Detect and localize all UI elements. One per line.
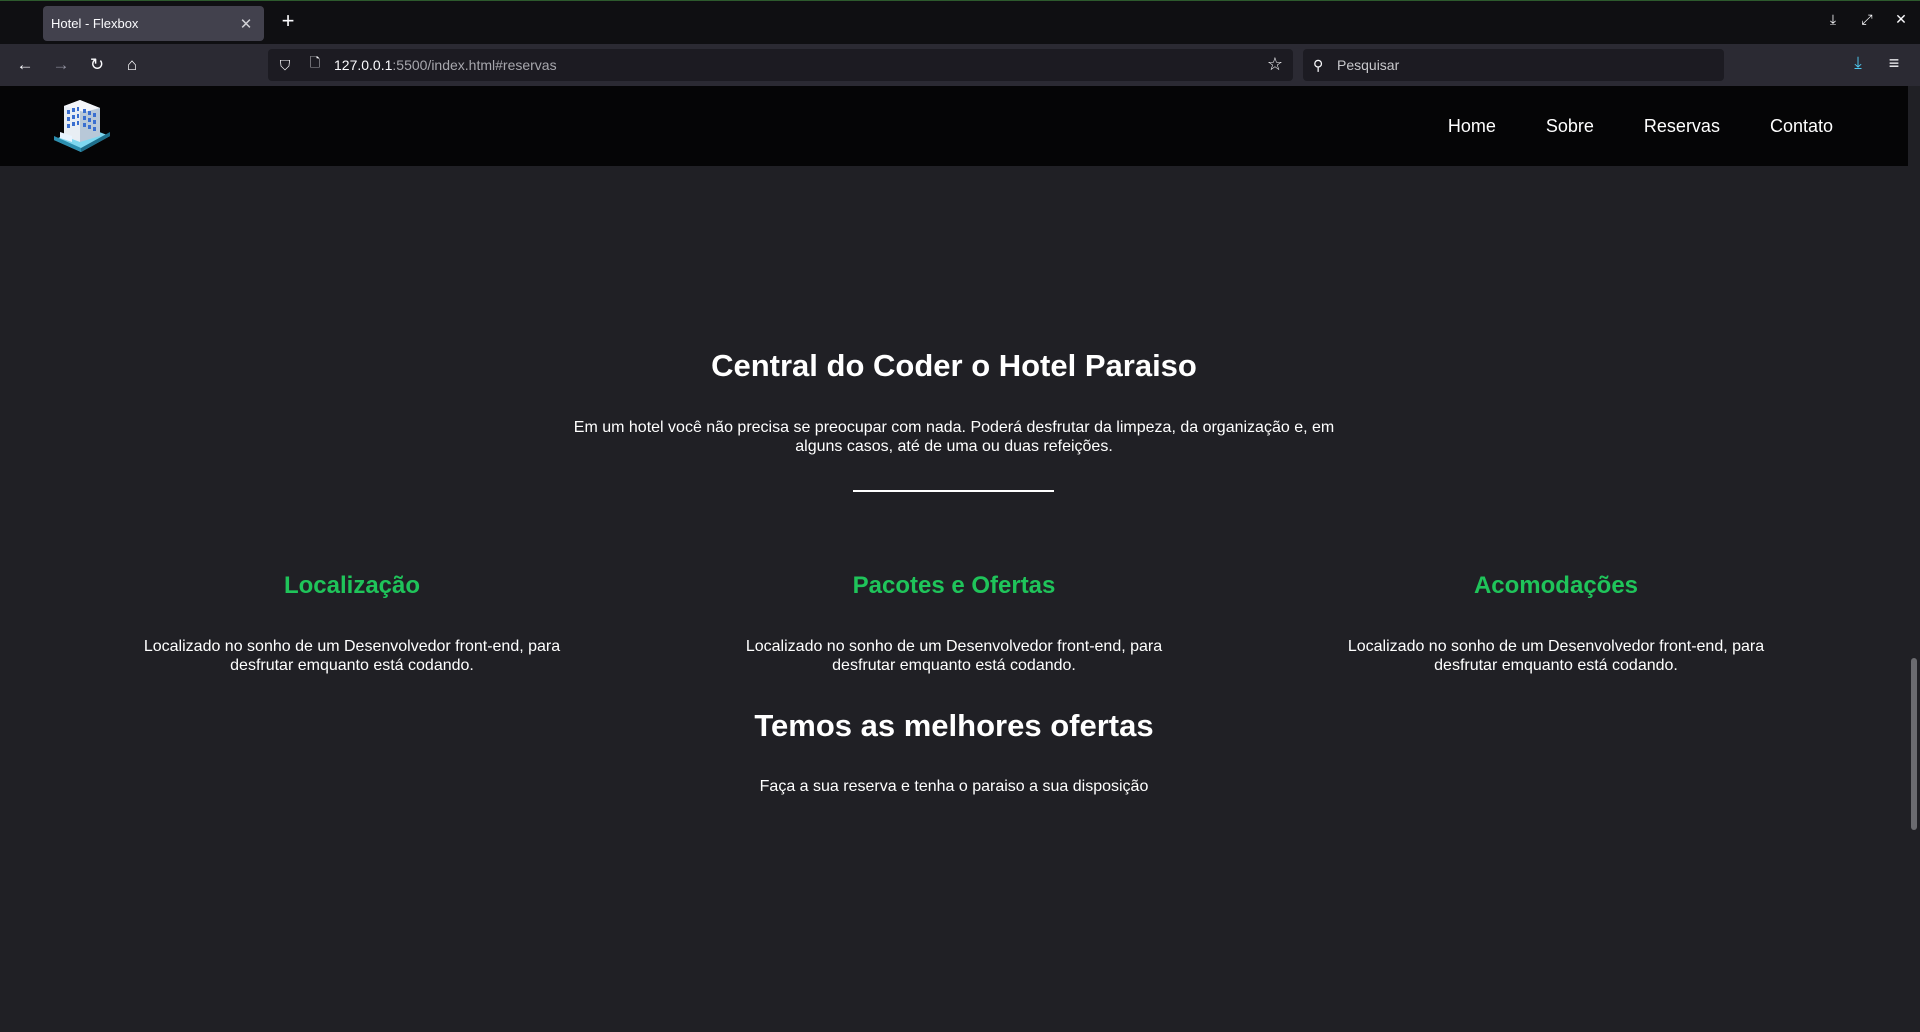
address-bar[interactable]: ⛉ 🗋 127.0.0.1:5500/index.html#reservas ☆ bbox=[268, 49, 1293, 81]
maximize-icon[interactable]: ⤢ bbox=[1858, 11, 1876, 28]
search-bar[interactable]: ⚲ bbox=[1303, 49, 1724, 81]
search-input[interactable] bbox=[1337, 57, 1717, 73]
feature-title: Localização bbox=[283, 572, 421, 599]
hotel-logo[interactable] bbox=[50, 96, 112, 154]
nav-link-contato[interactable]: Contato bbox=[1770, 116, 1833, 137]
page-viewport: Home Sobre Reservas Contato Central do C… bbox=[0, 86, 1908, 1032]
shield-icon[interactable]: ⛉ bbox=[276, 57, 294, 74]
page-info-icon[interactable]: 🗋 bbox=[306, 54, 324, 76]
scrollbar-thumb[interactable] bbox=[1911, 658, 1917, 830]
nav-link-home[interactable]: Home bbox=[1448, 116, 1496, 137]
search-icon: ⚲ bbox=[1313, 56, 1324, 73]
url-text[interactable]: 127.0.0.1:5500/index.html#reservas bbox=[334, 57, 557, 73]
hotel-building-icon bbox=[54, 100, 110, 152]
bookmark-star-icon[interactable]: ☆ bbox=[1267, 54, 1283, 75]
nav-link-sobre[interactable]: Sobre bbox=[1546, 116, 1594, 137]
offers-text: Faça a sua reserva e tenha o paraiso a s… bbox=[759, 778, 1149, 795]
url-host: 127.0.0.1 bbox=[334, 57, 393, 73]
hero-title: Central do Coder o Hotel Paraiso bbox=[711, 348, 1197, 383]
feature-text: Localizado no sonho de um Desenvolvedor … bbox=[745, 638, 1163, 674]
close-window-icon[interactable]: ✕ bbox=[1892, 11, 1910, 28]
browser-tab[interactable]: Hotel - Flexbox ✕ bbox=[43, 6, 264, 41]
back-arrow-icon[interactable]: ← bbox=[13, 53, 37, 77]
hero-description: Em um hotel você não precisa se preocupa… bbox=[573, 419, 1335, 455]
window-controls: ⤓ ⤢ ✕ bbox=[1824, 11, 1910, 28]
close-tab-icon[interactable]: ✕ bbox=[238, 15, 254, 33]
home-icon[interactable]: ⌂ bbox=[120, 53, 144, 77]
feature-title: Acomodações bbox=[1473, 572, 1639, 599]
nav-link-reservas[interactable]: Reservas bbox=[1644, 116, 1720, 137]
feature-text: Localizado no sonho de um Desenvolvedor … bbox=[143, 638, 561, 674]
offers-title: Temos as melhores ofertas bbox=[754, 708, 1154, 743]
browser-toolbar: ← → ↻ ⌂ ⛉ 🗋 127.0.0.1:5500/index.html#re… bbox=[0, 44, 1920, 86]
feature-card-pacotes: Pacotes e Ofertas Localizado no sonho de… bbox=[694, 572, 1214, 675]
browser-tab-strip: Hotel - Flexbox ✕ + ⤓ ⤢ ✕ bbox=[0, 0, 1920, 44]
reload-icon[interactable]: ↻ bbox=[85, 53, 109, 77]
minimize-icon[interactable]: ⤓ bbox=[1824, 11, 1842, 28]
tab-title: Hotel - Flexbox bbox=[51, 16, 139, 31]
section-divider bbox=[853, 490, 1054, 492]
new-tab-button[interactable]: + bbox=[276, 10, 300, 34]
forward-arrow-icon[interactable]: → bbox=[49, 53, 73, 77]
feature-card-acomodacoes: Acomodações Localizado no sonho de um De… bbox=[1296, 572, 1816, 675]
feature-text: Localizado no sonho de um Desenvolvedor … bbox=[1347, 638, 1765, 674]
url-path: :5500/index.html#reservas bbox=[392, 57, 557, 73]
site-header: Home Sobre Reservas Contato bbox=[0, 86, 1908, 166]
hamburger-menu-icon[interactable]: ≡ bbox=[1882, 53, 1906, 74]
feature-card-localizacao: Localização Localizado no sonho de um De… bbox=[92, 572, 612, 675]
feature-title: Pacotes e Ofertas bbox=[852, 572, 1056, 599]
download-icon[interactable]: ⤓ bbox=[1846, 53, 1870, 73]
site-nav: Home Sobre Reservas Contato bbox=[1448, 86, 1833, 166]
page-scrollbar[interactable] bbox=[1908, 86, 1920, 1032]
